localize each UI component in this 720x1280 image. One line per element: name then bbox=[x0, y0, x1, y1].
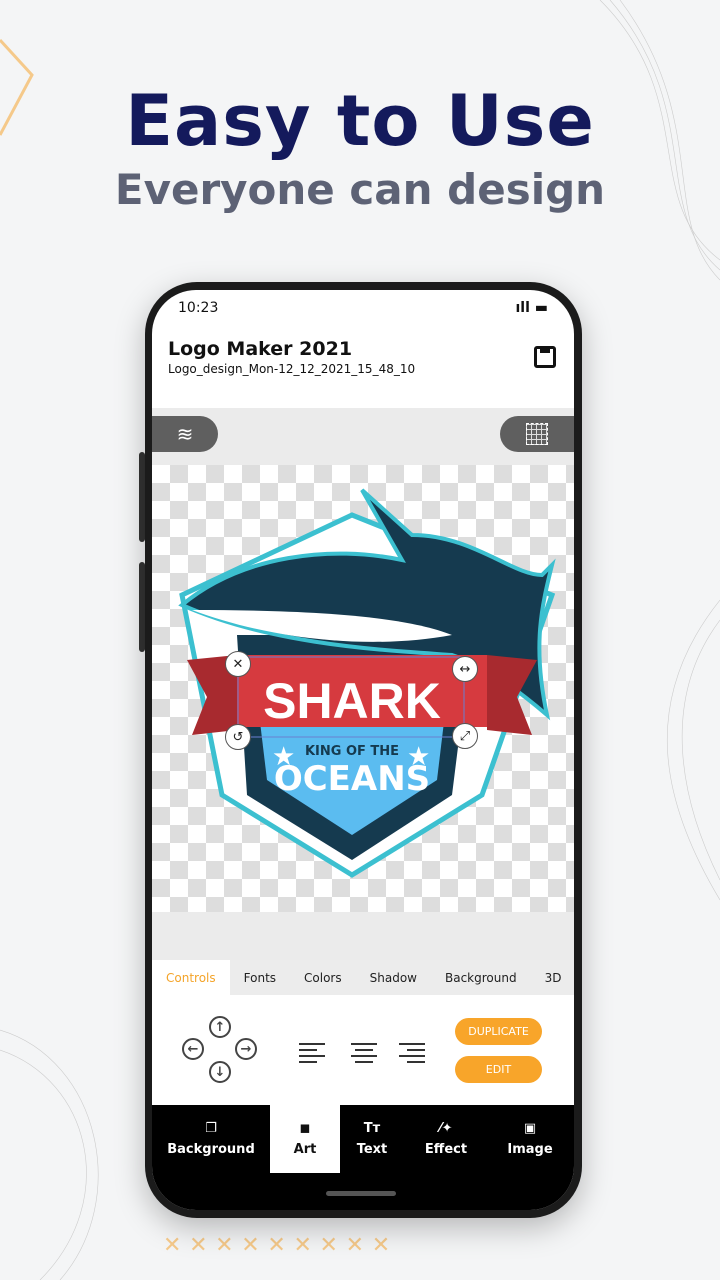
arrow-right-icon[interactable]: → bbox=[235, 1038, 257, 1060]
nav-label: Art bbox=[293, 1142, 317, 1157]
property-tabs: Controls Fonts Colors Shadow Background … bbox=[152, 960, 574, 995]
background-icon: ❐ bbox=[205, 1121, 217, 1136]
grid-icon bbox=[526, 423, 548, 445]
delete-handle-icon[interactable]: ✕ bbox=[225, 651, 251, 677]
edit-button[interactable]: EDIT bbox=[455, 1056, 542, 1083]
nav-label: Image bbox=[507, 1142, 553, 1157]
nav-text[interactable]: Tт Text bbox=[340, 1105, 404, 1173]
tab-colors[interactable]: Colors bbox=[290, 960, 356, 995]
svg-text:★: ★ bbox=[272, 742, 295, 772]
file-name: Logo_design_Mon-12_12_2021_15_48_10 bbox=[168, 362, 416, 376]
nav-image[interactable]: ▣ Image bbox=[492, 1105, 568, 1173]
save-icon[interactable] bbox=[534, 346, 556, 368]
tab-fonts[interactable]: Fonts bbox=[230, 960, 290, 995]
tab-shadow[interactable]: Shadow bbox=[356, 960, 431, 995]
layers-button[interactable]: ≋ bbox=[152, 416, 218, 452]
tab-background[interactable]: Background bbox=[431, 960, 531, 995]
subheadline: Everyone can design bbox=[114, 165, 606, 214]
nav-label: Effect bbox=[424, 1142, 468, 1157]
nav-label: Background bbox=[167, 1142, 255, 1157]
stretch-handle-icon[interactable]: ↔ bbox=[452, 656, 478, 682]
nav-art[interactable]: ◼ Art bbox=[270, 1105, 340, 1173]
shark-logo: SHARK KING OF THE OCEANS ★ ★ bbox=[178, 488, 556, 878]
svg-text:★: ★ bbox=[407, 742, 430, 772]
resize-handle-icon[interactable]: ⤢ bbox=[452, 723, 478, 749]
arrow-up-icon[interactable]: ↑ bbox=[209, 1016, 231, 1038]
controls-panel: ↑ ← → ↓ DUPLICATE EDIT bbox=[152, 995, 574, 1105]
layers-icon: ≋ bbox=[176, 422, 194, 446]
tab-3d[interactable]: 3D bbox=[531, 960, 574, 995]
svg-text:✕ ✕ ✕ ✕ ✕ ✕ ✕ ✕ ✕: ✕ ✕ ✕ ✕ ✕ ✕ ✕ ✕ ✕ bbox=[163, 1233, 390, 1258]
align-center-icon[interactable] bbox=[351, 1043, 377, 1067]
arrow-down-icon[interactable]: ↓ bbox=[209, 1061, 231, 1083]
align-right-icon[interactable] bbox=[399, 1043, 425, 1067]
app-screen: 10:23 ıll ▬ Logo Maker 2021 Logo_design_… bbox=[152, 290, 574, 1210]
nav-label: Text bbox=[356, 1142, 388, 1157]
bottom-nav: ❐ Background ◼ Art Tт Text ⁄✦ Effect ▣ Image bbox=[152, 1105, 574, 1210]
logo-title: SHARK bbox=[263, 673, 441, 729]
align-left-icon[interactable] bbox=[299, 1043, 325, 1067]
design-canvas[interactable]: SHARK KING OF THE OCEANS ★ ★ ✕ ↔ ↺ ⤢ bbox=[152, 465, 574, 912]
arrow-left-icon[interactable]: ← bbox=[182, 1038, 204, 1060]
status-bar: 10:23 ıll ▬ bbox=[178, 300, 548, 316]
tab-controls[interactable]: Controls bbox=[152, 960, 230, 995]
rotate-handle-icon[interactable]: ↺ bbox=[225, 724, 251, 750]
sticker-icon: ◼ bbox=[299, 1121, 311, 1136]
text-icon: Tт bbox=[363, 1121, 381, 1136]
grid-toggle-button[interactable] bbox=[500, 416, 574, 452]
nav-effect[interactable]: ⁄✦ Effect bbox=[414, 1105, 478, 1173]
logo-tagline-1: KING OF THE bbox=[305, 744, 399, 759]
app-title: Logo Maker 2021 bbox=[168, 338, 353, 360]
status-time: 10:23 bbox=[178, 300, 219, 316]
nav-background[interactable]: ❐ Background bbox=[152, 1105, 270, 1173]
signal-battery-icon: ıll ▬ bbox=[515, 300, 549, 316]
home-indicator[interactable] bbox=[326, 1191, 396, 1196]
headline: Easy to Use bbox=[125, 80, 595, 162]
magic-wand-icon: ⁄✦ bbox=[439, 1121, 453, 1136]
duplicate-button[interactable]: DUPLICATE bbox=[455, 1018, 542, 1045]
image-icon: ▣ bbox=[523, 1121, 537, 1136]
